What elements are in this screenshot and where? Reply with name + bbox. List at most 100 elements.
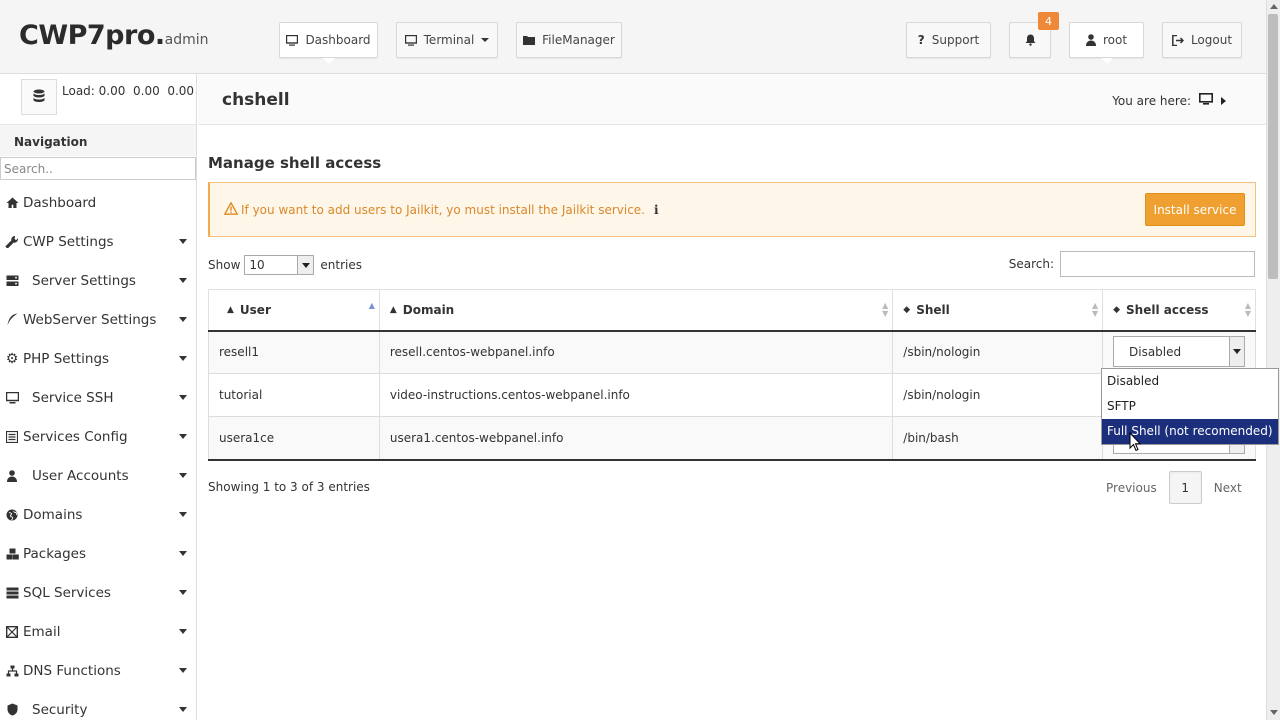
- chevron-right-icon: [1221, 96, 1226, 105]
- sort-indicator-icon: ▲ ▼: [1091, 301, 1099, 318]
- column-header-shell-access[interactable]: ◆ Shell access ▲ ▼: [1102, 289, 1256, 332]
- globe-icon: [4, 509, 20, 521]
- dropdown-option-disabled[interactable]: Disabled: [1102, 369, 1278, 394]
- sort-indicator-icon: ▲ ▼: [882, 301, 889, 318]
- shell-access-dropdown: Disabled SFTP Full Shell (not recomended…: [1101, 368, 1279, 445]
- chevron-down-icon: [179, 395, 187, 400]
- navigation-title: Navigation: [0, 124, 196, 156]
- scroll-down-icon[interactable]: [1270, 710, 1278, 715]
- chevron-down-icon: [179, 356, 187, 361]
- sort-asc-icon: ▲: [227, 305, 234, 316]
- user-menu-button[interactable]: root: [1069, 22, 1144, 64]
- sidebar-item-php-settings[interactable]: ⚙ PHP Settings: [0, 339, 196, 378]
- breadcrumb: You are here:: [1112, 93, 1226, 108]
- scroll-up-icon[interactable]: [1270, 4, 1278, 9]
- warning-icon: [223, 201, 239, 218]
- info-icon[interactable]: i: [654, 203, 659, 217]
- logout-button[interactable]: Logout: [1162, 22, 1242, 58]
- table-search: Search:: [1009, 251, 1255, 277]
- chevron-down-icon: [179, 473, 187, 478]
- chevron-down-icon: [297, 256, 314, 274]
- sidebar-item-user-accounts[interactable]: User Accounts: [0, 456, 196, 495]
- terminal-button[interactable]: Terminal: [396, 22, 498, 58]
- brand-logo[interactable]: CWP7pro.admin: [19, 20, 209, 51]
- nav-search-input[interactable]: [0, 157, 196, 180]
- notification-count-badge: 4: [1038, 12, 1059, 30]
- feather-icon: [4, 313, 20, 326]
- sidebar-item-sql-services[interactable]: SQL Services: [0, 573, 196, 612]
- mouse-cursor-icon: [1129, 432, 1141, 452]
- alert-message: If you want to add users to Jailkit, yo …: [241, 203, 646, 217]
- monitor-icon: [404, 34, 417, 46]
- support-button[interactable]: ? Support: [906, 22, 991, 58]
- cell-domain: resell.centos-webpanel.info: [378, 330, 894, 374]
- cell-shell: /sbin/nologin: [892, 373, 1104, 417]
- column-header-domain[interactable]: ▲ Domain ▲ ▼: [378, 289, 894, 332]
- cubes-icon: [4, 548, 20, 560]
- table-row: tutorial video-instructions.centos-webpa…: [208, 373, 1256, 417]
- dropdown-option-sftp[interactable]: SFTP: [1102, 394, 1278, 419]
- jailkit-alert: If you want to add users to Jailkit, yo …: [208, 182, 1256, 237]
- cell-user: usera1ce: [208, 416, 380, 461]
- home-icon: [4, 197, 20, 208]
- column-header-user[interactable]: ▲ User ▲: [208, 289, 380, 332]
- previous-page-button[interactable]: Previous: [1096, 481, 1167, 495]
- page-header: chshell You are here:: [198, 74, 1266, 125]
- chevron-down-icon: [179, 434, 187, 439]
- dashboard-button[interactable]: Dashboard: [279, 22, 378, 64]
- envelope-icon: [4, 625, 20, 638]
- install-service-button[interactable]: Install service: [1145, 193, 1245, 226]
- chevron-down-icon: [179, 512, 187, 517]
- chevron-down-icon: [179, 668, 187, 673]
- user-icon: [1085, 34, 1096, 46]
- sign-out-icon: [1172, 34, 1184, 46]
- cell-domain: video-instructions.centos-webpanel.info: [378, 373, 894, 417]
- tools-icon: [4, 235, 20, 248]
- table-row: resell1 resell.centos-webpanel.info /sbi…: [208, 330, 1256, 374]
- sidebar-item-cwp-settings[interactable]: CWP Settings: [0, 222, 196, 261]
- server-icon: [4, 275, 20, 287]
- sidebar-item-service-ssh[interactable]: Service SSH: [0, 378, 196, 417]
- page-size-select[interactable]: 10: [244, 255, 315, 275]
- pagination: Previous 1 Next: [1096, 471, 1252, 504]
- chevron-down-icon: [481, 38, 490, 42]
- sidebar-item-services-config[interactable]: Services Config: [0, 417, 196, 456]
- sidebar-item-dns-functions[interactable]: DNS Functions: [0, 651, 196, 690]
- sidebar-item-security[interactable]: Security: [0, 690, 196, 720]
- filemanager-button[interactable]: FileManager: [516, 22, 622, 58]
- monitor-icon: [4, 391, 20, 404]
- next-page-button[interactable]: Next: [1204, 481, 1252, 495]
- sidebar-item-server-settings[interactable]: Server Settings: [0, 261, 196, 300]
- sort-icon: ▲: [389, 305, 397, 316]
- page-size-control: Show 10 entries: [208, 255, 362, 275]
- monitor-icon: [286, 34, 299, 46]
- gear-icon: ⚙: [5, 350, 19, 367]
- chevron-down-icon: [179, 629, 187, 634]
- sort-icon: ◆: [903, 305, 911, 316]
- question-icon: ?: [917, 33, 925, 47]
- sidebar-item-webserver-settings[interactable]: WebServer Settings: [0, 300, 196, 339]
- monitor-icon[interactable]: [1199, 93, 1213, 108]
- column-header-shell[interactable]: ◆ Shell ▲ ▼: [892, 289, 1104, 332]
- server-load-text: Load: 0.00 0.00 0.00: [62, 84, 195, 98]
- table-search-input[interactable]: [1060, 251, 1255, 277]
- folder-icon: [523, 35, 536, 45]
- chevron-down-icon: [179, 551, 187, 556]
- sort-icon: ◆: [1113, 305, 1121, 316]
- shell-access-select[interactable]: Disabled: [1113, 336, 1245, 367]
- sidebar-item-domains[interactable]: Domains: [0, 495, 196, 534]
- chevron-down-icon: [179, 317, 187, 322]
- chevron-down-icon: [179, 278, 187, 283]
- sidebar-item-email[interactable]: Email: [0, 612, 196, 651]
- sidebar-item-dashboard[interactable]: Dashboard: [0, 183, 196, 222]
- load-button[interactable]: [21, 79, 57, 115]
- sidebar-item-packages[interactable]: Packages: [0, 534, 196, 573]
- chevron-down-icon: [179, 707, 187, 712]
- scrollbar-thumb[interactable]: [1268, 14, 1278, 279]
- cell-user: resell1: [208, 330, 380, 374]
- list-icon: [4, 430, 20, 443]
- nav-list: Dashboard CWP Settings Server Settings W…: [0, 183, 196, 720]
- bell-icon: [1025, 34, 1036, 46]
- sitemap-icon: [4, 665, 20, 677]
- current-page-button[interactable]: 1: [1168, 471, 1202, 504]
